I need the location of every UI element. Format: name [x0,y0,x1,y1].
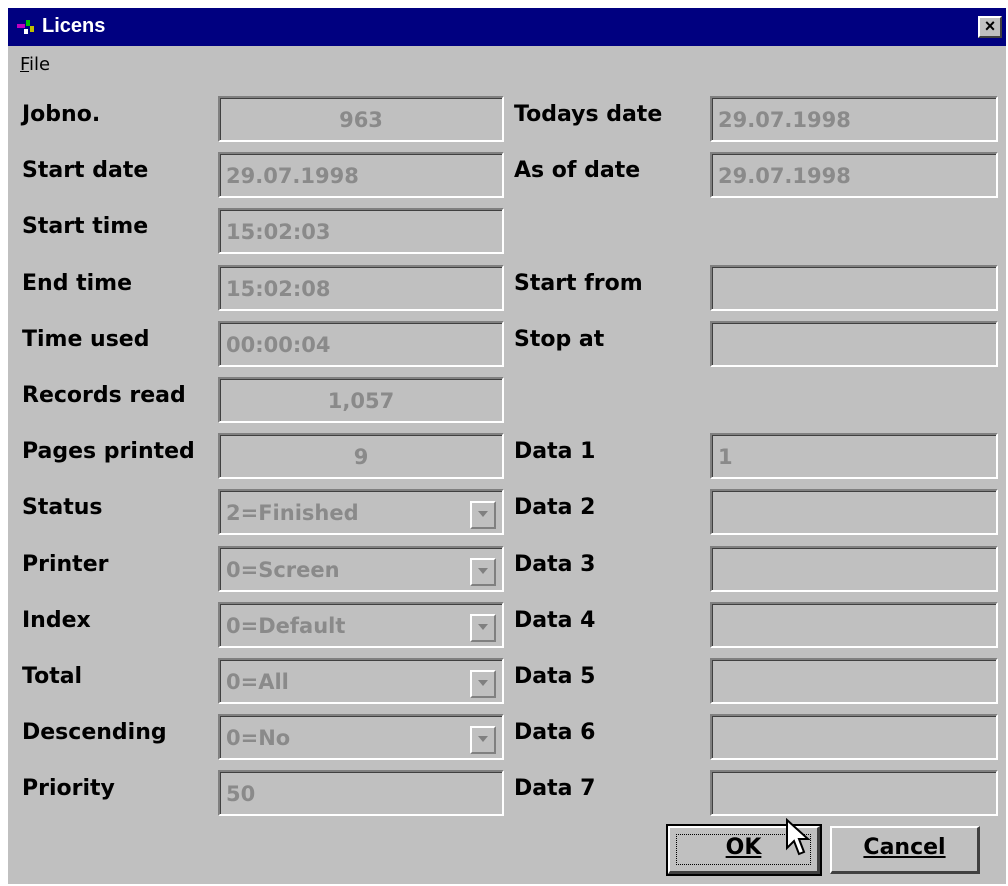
label-left-3: Start time [22,214,149,239]
field-value: 963 [339,108,383,132]
field-value: 0=No [226,726,291,750]
field-value: 50 [226,782,256,806]
field-right-3[interactable] [710,265,998,311]
field-right-4[interactable] [710,321,998,367]
field-value: 00:00:04 [226,333,331,357]
chevron-down-icon [478,511,488,517]
field-right-6[interactable] [710,489,998,535]
label-left-8: Status [22,495,103,520]
label-left-2: Start date [22,158,149,183]
label-left-13: Priority [22,776,115,801]
field-value: 0=Screen [226,558,340,582]
label-left-6: Records read [22,383,186,408]
field-right-8[interactable] [710,602,998,648]
field-left-2[interactable]: 29.07.1998 [218,152,504,198]
licens-dialog: Licens × File Jobno. 963 Start date 29.07.1… [8,8,1006,884]
field-value: 0=All [226,670,289,694]
field-value: 1 [718,445,733,469]
field-right-1[interactable]: 29.07.1998 [710,96,998,142]
field-value: 1,057 [327,389,395,413]
field-value: 15:02:08 [226,277,331,301]
label-right-11: Data 7 [514,776,596,801]
field-left-13[interactable]: 50 [218,770,504,816]
field-right-10[interactable] [710,714,998,760]
field-left-6[interactable]: 1,057 [218,377,504,423]
close-icon: × [984,16,996,36]
field-value: 0=Default [226,614,346,638]
field-left-5[interactable]: 00:00:04 [218,321,504,367]
window-title: Licens [42,15,106,37]
file-mnemonic: F [20,54,30,75]
label-right-3: Start from [514,271,643,296]
field-left-7[interactable]: 9 [218,433,504,479]
field-right-5[interactable]: 1 [710,433,998,479]
label-right-10: Data 6 [514,720,596,745]
label-right-2: As of date [514,158,641,183]
field-right-7[interactable] [710,546,998,592]
label-left-5: Time used [22,327,150,352]
label-left-1: Jobno. [22,102,101,127]
field-left-1[interactable]: 963 [218,96,504,142]
close-button[interactable]: × [978,16,1002,38]
select-left-11[interactable]: 0=All [218,658,504,704]
label-left-4: End time [22,271,132,296]
field-right-2[interactable]: 29.07.1998 [710,152,998,198]
menu-file[interactable]: File [20,54,50,75]
label-right-7: Data 3 [514,552,596,577]
cancel-label: Cancel [863,835,946,860]
dropdown-button[interactable] [470,558,496,586]
label-right-4: Stop at [514,327,605,352]
select-left-10[interactable]: 0=Default [218,602,504,648]
select-left-8[interactable]: 2=Finished [218,489,504,535]
field-right-9[interactable] [710,658,998,704]
label-right-5: Data 1 [514,439,596,464]
field-left-3[interactable]: 15:02:03 [218,208,504,254]
label-left-7: Pages printed [22,439,195,464]
chevron-down-icon [478,736,488,742]
chevron-down-icon [478,680,488,686]
ok-label: OK [725,835,762,860]
field-value: 2=Finished [226,501,359,525]
file-rest: ile [29,54,51,75]
select-left-12[interactable]: 0=No [218,714,504,760]
field-left-4[interactable]: 15:02:08 [218,265,504,311]
label-right-9: Data 5 [514,664,596,689]
field-value: 29.07.1998 [718,164,851,188]
field-value: 29.07.1998 [226,164,359,188]
field-value: 29.07.1998 [718,108,851,132]
dropdown-button[interactable] [470,614,496,642]
chevron-down-icon [478,624,488,630]
dropdown-button[interactable] [470,726,496,754]
field-right-11[interactable] [710,770,998,816]
label-left-10: Index [22,608,91,633]
label-left-12: Descending [22,720,167,745]
menu-bar: File [8,48,1006,84]
label-left-11: Total [22,664,83,689]
field-value: 9 [353,445,369,469]
field-value: 15:02:03 [226,220,331,244]
dropdown-button[interactable] [470,501,496,529]
title-bar[interactable]: Licens × [8,8,1006,46]
select-left-9[interactable]: 0=Screen [218,546,504,592]
chevron-down-icon [478,568,488,574]
mouse-pointer-icon [786,818,811,856]
app-icon [17,20,34,34]
dropdown-button[interactable] [470,670,496,698]
cancel-button[interactable]: Cancel [830,826,980,874]
label-right-6: Data 2 [514,495,596,520]
label-right-1: Todays date [514,102,663,127]
label-right-8: Data 4 [514,608,596,633]
label-left-9: Printer [22,552,109,577]
